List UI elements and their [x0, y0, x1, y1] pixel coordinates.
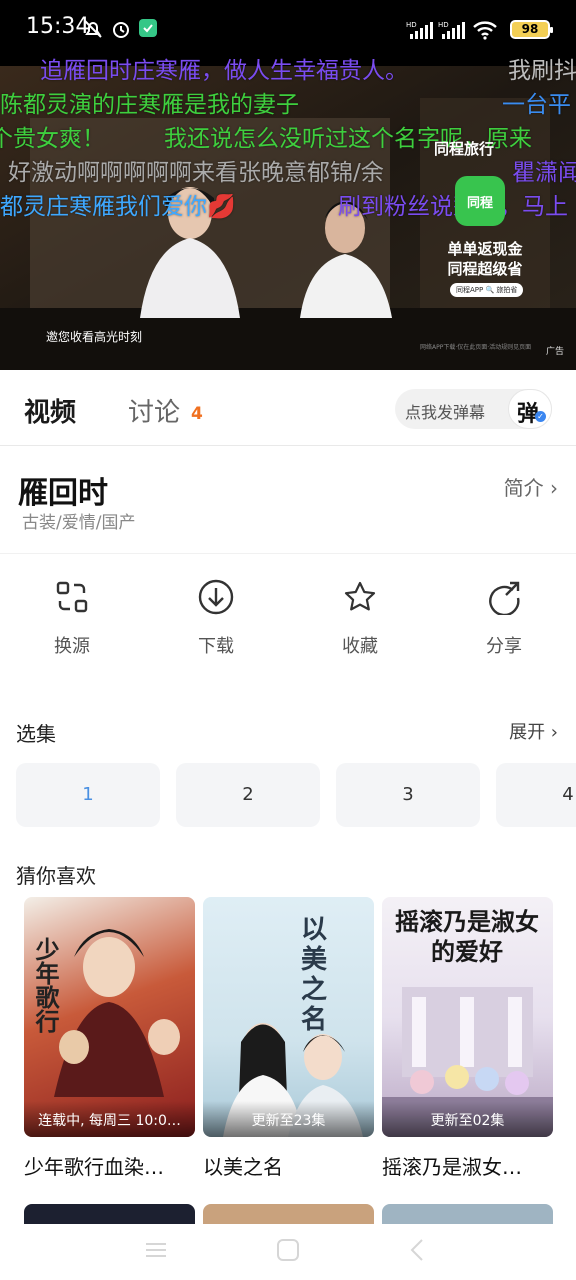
ad-subheadline: 同程超级省	[447, 260, 523, 278]
switch-source-icon	[56, 581, 88, 613]
home-icon[interactable]	[276, 1238, 300, 1266]
recommend-card-partial[interactable]	[24, 1204, 195, 1224]
recommend-card[interactable]: 少年歌行 连载中, 每周三 10:0… 少年歌行血染…	[24, 897, 195, 1180]
switch-source-button[interactable]: 换源	[17, 575, 127, 665]
episode-expand-button[interactable]: 展开 ›	[509, 718, 558, 744]
recommend-card[interactable]: 摇滚乃是淑女的爱好 更新至02集 摇滚乃是淑女…	[382, 897, 553, 1180]
danmaku-comment: 追雁回时庄寒雁，做人生幸福贵人。	[40, 58, 408, 84]
ad-fine-print: 网络APP下载·仅在此页面·活动规则见页面	[420, 344, 532, 351]
signal-hd-icon: HD	[406, 20, 434, 44]
tab-discuss[interactable]: 讨论	[128, 392, 180, 429]
update-badge: 更新至02集	[382, 1101, 553, 1137]
video-caption: 邀您收看高光时刻	[46, 330, 143, 344]
poster-title: 以美之名	[301, 915, 328, 1035]
episode-list: 1 2 3 4	[0, 763, 576, 827]
ad-app-icon: 同程	[455, 176, 505, 226]
share-button[interactable]: 分享	[449, 575, 559, 665]
download-button[interactable]: 下载	[161, 575, 271, 665]
show-title: 雁回时	[18, 476, 108, 511]
back-icon[interactable]	[406, 1238, 430, 1266]
svg-text:HD: HD	[438, 21, 449, 29]
alarm-icon	[110, 18, 132, 44]
show-tags: 古装/爱情/国产	[22, 513, 136, 533]
action-row: 换源 下载 收藏 分享	[0, 575, 576, 665]
recommend-title: 少年歌行血染…	[24, 1155, 164, 1179]
share-label: 分享	[486, 636, 522, 657]
favorite-label: 收藏	[342, 636, 378, 657]
danmaku-placeholder: 点我发弹幕	[405, 403, 486, 422]
update-badge: 更新至23集	[203, 1101, 374, 1137]
recommend-card-partial[interactable]	[203, 1204, 374, 1224]
recommend-card[interactable]: 以美之名 更新至23集 以美之名	[203, 897, 374, 1180]
danmaku-comment: 我刷抖	[508, 58, 576, 84]
danmaku-comment: 好激动啊啊啊啊啊来看张晚意郁锦/余	[8, 160, 384, 186]
poster-title: 摇滚乃是淑女的爱好	[395, 908, 539, 966]
episode-item[interactable]: 3	[336, 763, 480, 827]
episode-section-title: 选集	[16, 722, 56, 746]
signal-hd-icon: HD	[438, 20, 466, 44]
danmaku-comment: 个贵女爽！	[0, 126, 105, 152]
poster-image: 少年歌行 连载中, 每周三 10:0…	[24, 897, 195, 1137]
danmaku-comment: 瞿潇闻	[512, 160, 576, 186]
video-player[interactable]: 追雁回时庄寒雁，做人生幸福贵人。 我刷抖 陈都灵演的庄寒雁是我的妻子 一台平 个…	[0, 58, 576, 370]
danmaku-comment: 都灵庄寒雁我们爱你💋	[0, 194, 236, 220]
poster-image: 摇滚乃是淑女的爱好 更新至02集	[382, 897, 553, 1137]
ad-headline: 单单返现金	[447, 240, 523, 258]
download-icon	[198, 579, 234, 615]
danmaku-send-input[interactable]: 点我发弹幕 弹 ✓	[395, 389, 552, 429]
intro-link[interactable]: 简介 ›	[504, 472, 558, 501]
ad-search-chip: 同程APP 🔍 旅拍省	[450, 283, 524, 297]
wifi-icon	[472, 20, 498, 44]
recommend-card-partial[interactable]	[382, 1204, 553, 1224]
recommend-section-title: 猜你喜欢	[16, 864, 96, 888]
share-icon	[489, 581, 520, 615]
status-time: 15:34	[26, 14, 90, 39]
download-label: 下载	[198, 636, 234, 657]
tab-video[interactable]: 视频	[24, 392, 76, 429]
switch-source-label: 换源	[54, 636, 90, 657]
show-info: 雁回时 古装/爱情/国产 简介 ›	[0, 446, 576, 554]
system-nav-bar	[0, 1226, 576, 1280]
episode-header: 选集 展开 ›	[0, 716, 576, 748]
app-notification-icon	[138, 18, 158, 42]
ad-brand: 同程旅行	[434, 140, 495, 158]
recommend-title: 以美之名	[203, 1155, 283, 1179]
status-bar: 15:34 HD HD 98	[0, 0, 576, 58]
tab-bar: 视频 讨论 4 点我发弹幕 弹 ✓	[0, 370, 576, 446]
danmaku-comment: 陈都灵演的庄寒雁是我的妻子	[0, 92, 299, 118]
poster-title: 少年歌行	[31, 937, 59, 1033]
episode-item[interactable]: 2	[176, 763, 320, 827]
favorite-button[interactable]: 收藏	[305, 575, 415, 665]
recommend-title: 摇滚乃是淑女…	[382, 1155, 522, 1179]
menu-icon[interactable]	[144, 1238, 168, 1266]
danmaku-comment: 刷到粉丝说惹了，马上	[338, 194, 568, 220]
star-icon	[344, 581, 376, 611]
poster-image: 以美之名 更新至23集	[203, 897, 374, 1137]
svg-text:HD: HD	[406, 21, 417, 29]
episode-item[interactable]: 4	[496, 763, 576, 827]
bell-off-icon	[82, 18, 104, 44]
discuss-count-badge: 4	[191, 404, 203, 424]
update-badge: 连载中, 每周三 10:0…	[24, 1101, 195, 1137]
battery-icon: 98	[510, 20, 553, 39]
check-icon: ✓	[535, 411, 546, 422]
episode-item[interactable]: 1	[16, 763, 160, 827]
ad-tag: 广告	[545, 347, 564, 357]
page: 15:34 HD HD 98 追雁回时庄寒雁，做人生幸福贵人。 我刷抖 陈都灵演…	[0, 0, 576, 1280]
danmaku-toggle-button[interactable]: 弹 ✓	[508, 389, 552, 429]
danmaku-comment: 一台平	[502, 92, 571, 118]
